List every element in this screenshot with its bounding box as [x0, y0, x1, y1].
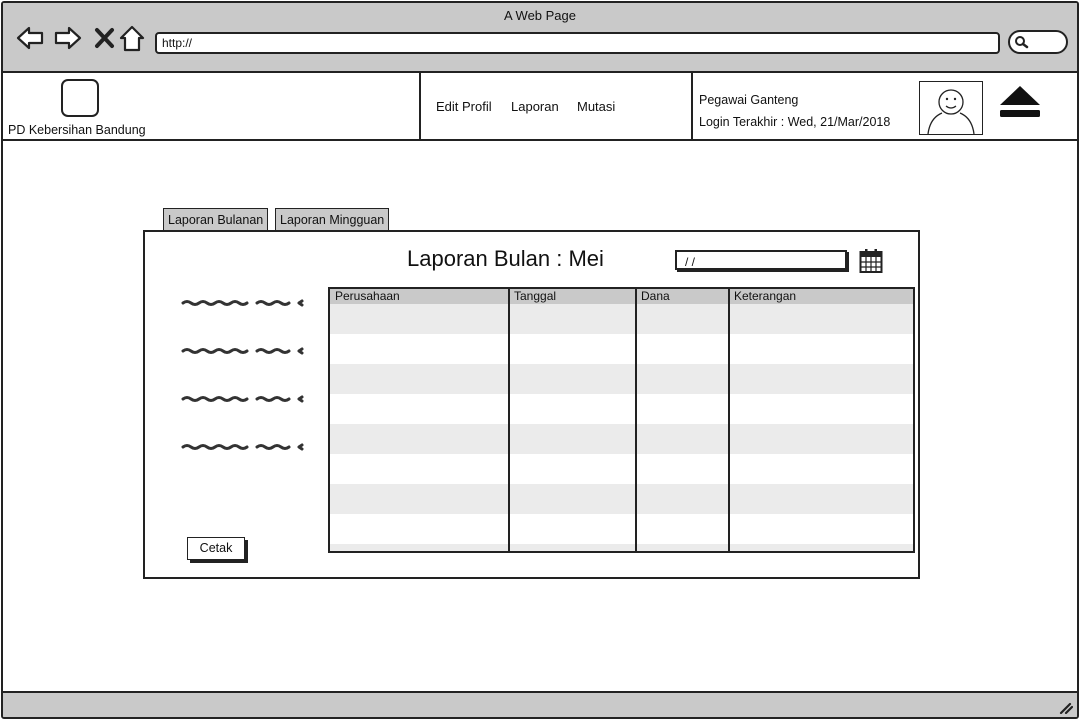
- table-row[interactable]: [330, 304, 913, 334]
- report-table: Perusahaan Tanggal Dana Keterangan: [328, 287, 915, 553]
- back-arrow-icon[interactable]: [15, 23, 45, 53]
- placeholder-text-line: [181, 299, 304, 307]
- column-header-tanggal[interactable]: Tanggal: [511, 289, 556, 304]
- user-avatar-icon: [919, 81, 983, 135]
- date-input[interactable]: / /: [675, 250, 847, 270]
- status-bar: [3, 691, 1077, 717]
- menu-mutasi[interactable]: Mutasi: [577, 99, 615, 114]
- last-login-text: Login Terakhir : Wed, 21/Mar/2018: [699, 115, 891, 129]
- tab-laporan-bulanan[interactable]: Laporan Bulanan: [163, 208, 269, 231]
- resize-grip-icon[interactable]: [1059, 702, 1073, 714]
- address-bar[interactable]: http://: [155, 32, 1000, 54]
- user-name: Pegawai Ganteng: [699, 93, 799, 107]
- forward-arrow-icon[interactable]: [53, 23, 83, 53]
- table-row[interactable]: [330, 484, 913, 514]
- placeholder-text-line: [181, 443, 304, 451]
- table-row[interactable]: [330, 514, 913, 544]
- search-icon: [1015, 36, 1029, 49]
- table-row[interactable]: [330, 454, 913, 484]
- calendar-icon[interactable]: [859, 248, 883, 274]
- brand-section: PD Kebersihan Bandung: [3, 73, 421, 139]
- column-header-keterangan[interactable]: Keterangan: [731, 289, 796, 304]
- column-header-perusahaan[interactable]: Perusahaan: [332, 289, 400, 304]
- company-name: PD Kebersihan Bandung: [8, 123, 146, 137]
- browser-window: A Web Page http:// PD Kebersihan Bandung: [1, 1, 1079, 719]
- window-title: A Web Page: [503, 8, 577, 23]
- table-row[interactable]: [330, 364, 913, 394]
- column-divider: [635, 289, 637, 551]
- browser-toolbar: A Web Page http://: [3, 3, 1077, 73]
- menu-edit-profil[interactable]: Edit Profil: [436, 99, 492, 114]
- placeholder-text-line: [181, 347, 304, 355]
- cetak-button[interactable]: Cetak: [187, 537, 245, 560]
- search-field[interactable]: [1008, 30, 1068, 54]
- page-header: PD Kebersihan Bandung Edit Profil Lapora…: [3, 73, 1077, 141]
- home-icon[interactable]: [117, 23, 147, 53]
- placeholder-text-line: [181, 395, 304, 403]
- main-menu: Edit Profil Laporan Mutasi: [421, 73, 693, 139]
- company-logo: [61, 79, 99, 117]
- column-divider: [508, 289, 510, 551]
- tab-laporan-mingguan[interactable]: Laporan Mingguan: [275, 208, 390, 231]
- menu-laporan[interactable]: Laporan: [511, 99, 559, 114]
- column-divider: [728, 289, 730, 551]
- table-row[interactable]: [330, 424, 913, 454]
- table-header: Perusahaan Tanggal Dana Keterangan: [330, 289, 913, 304]
- eject-logout-icon[interactable]: [998, 83, 1042, 123]
- table-row[interactable]: [330, 394, 913, 424]
- table-row[interactable]: [330, 334, 913, 364]
- table-row[interactable]: [330, 544, 913, 551]
- column-header-dana[interactable]: Dana: [638, 289, 670, 304]
- report-title: Laporan Bulan : Mei: [407, 246, 604, 271]
- report-panel: Laporan Bulan : Mei / / Cetak Perusahaan…: [143, 230, 920, 579]
